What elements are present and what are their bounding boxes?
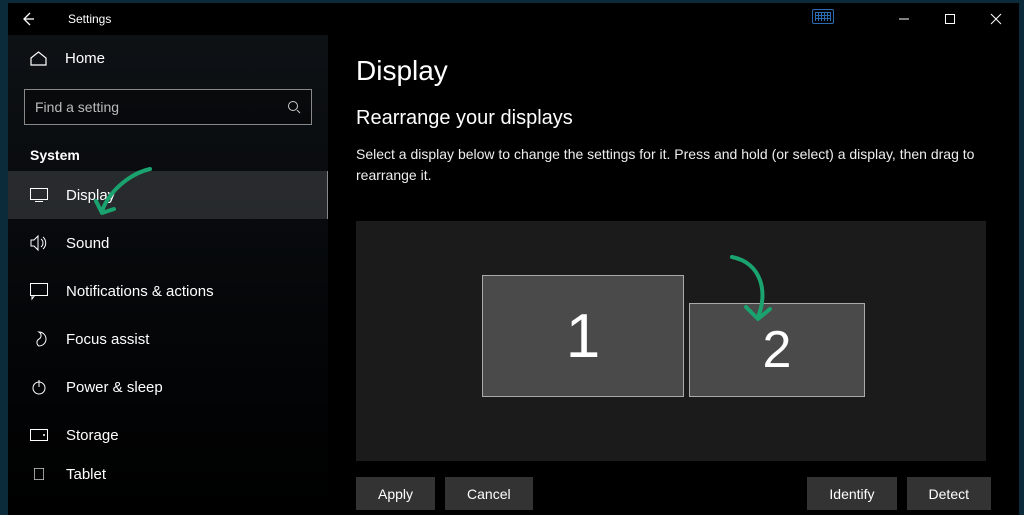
sidebar-item-label: Sound <box>66 235 109 252</box>
sidebar-item-label: Display <box>66 187 115 204</box>
main-content: Display Rearrange your displays Select a… <box>328 35 1019 515</box>
identify-button[interactable]: Identify <box>807 477 896 510</box>
search-input[interactable]: Find a setting <box>24 89 312 125</box>
search-placeholder: Find a setting <box>35 99 119 115</box>
display-icon <box>30 186 48 204</box>
sound-icon <box>30 234 48 252</box>
search-icon <box>287 100 301 114</box>
sidebar-item-power[interactable]: Power & sleep <box>8 363 328 411</box>
home-link[interactable]: Home <box>8 35 328 81</box>
back-button[interactable] <box>8 3 48 35</box>
maximize-button[interactable] <box>927 3 973 35</box>
notifications-icon <box>30 282 48 300</box>
minimize-button[interactable] <box>881 3 927 35</box>
keyboard-indicator-icon[interactable] <box>812 9 834 24</box>
settings-window: Settings Home Find a setting System Disp… <box>8 3 1019 515</box>
cancel-button[interactable]: Cancel <box>445 477 533 510</box>
titlebar: Settings <box>8 3 1019 35</box>
sidebar-item-label: Focus assist <box>66 331 149 348</box>
detect-button[interactable]: Detect <box>907 477 991 510</box>
close-button[interactable] <box>973 3 1019 35</box>
sidebar-item-sound[interactable]: Sound <box>8 219 328 267</box>
sidebar-item-label: Power & sleep <box>66 379 163 396</box>
home-icon <box>30 51 47 66</box>
storage-icon <box>30 426 48 444</box>
power-icon <box>30 378 48 396</box>
monitor-2[interactable]: 2 <box>689 303 865 397</box>
sidebar-item-label: Tablet <box>66 466 106 483</box>
focus-icon <box>30 330 48 348</box>
sidebar-item-label: Storage <box>66 427 119 444</box>
tablet-icon <box>30 465 48 483</box>
monitor-1-label: 1 <box>566 301 600 372</box>
monitor-1[interactable]: 1 <box>482 275 684 397</box>
apply-button[interactable]: Apply <box>356 477 435 510</box>
sidebar-item-label: Notifications & actions <box>66 283 214 300</box>
nav-list: Display Sound Notifications & actions Fo… <box>8 171 328 489</box>
sidebar-item-storage[interactable]: Storage <box>8 411 328 459</box>
home-label: Home <box>65 50 105 67</box>
page-description: Select a display below to change the set… <box>356 144 996 186</box>
window-title: Settings <box>68 12 111 26</box>
section-header: System <box>8 125 328 171</box>
display-arrangement-area[interactable]: 1 2 <box>356 221 986 461</box>
sidebar-item-display[interactable]: Display <box>8 171 328 219</box>
monitor-2-label: 2 <box>763 320 792 380</box>
page-subheading: Rearrange your displays <box>356 107 1019 130</box>
sidebar-item-tablet[interactable]: Tablet <box>8 459 328 489</box>
sidebar-item-notifications[interactable]: Notifications & actions <box>8 267 328 315</box>
button-row: Apply Cancel Identify Detect <box>356 477 991 510</box>
sidebar-item-focus[interactable]: Focus assist <box>8 315 328 363</box>
sidebar: Home Find a setting System Display Sound <box>8 35 328 515</box>
page-heading: Display <box>356 55 1019 87</box>
